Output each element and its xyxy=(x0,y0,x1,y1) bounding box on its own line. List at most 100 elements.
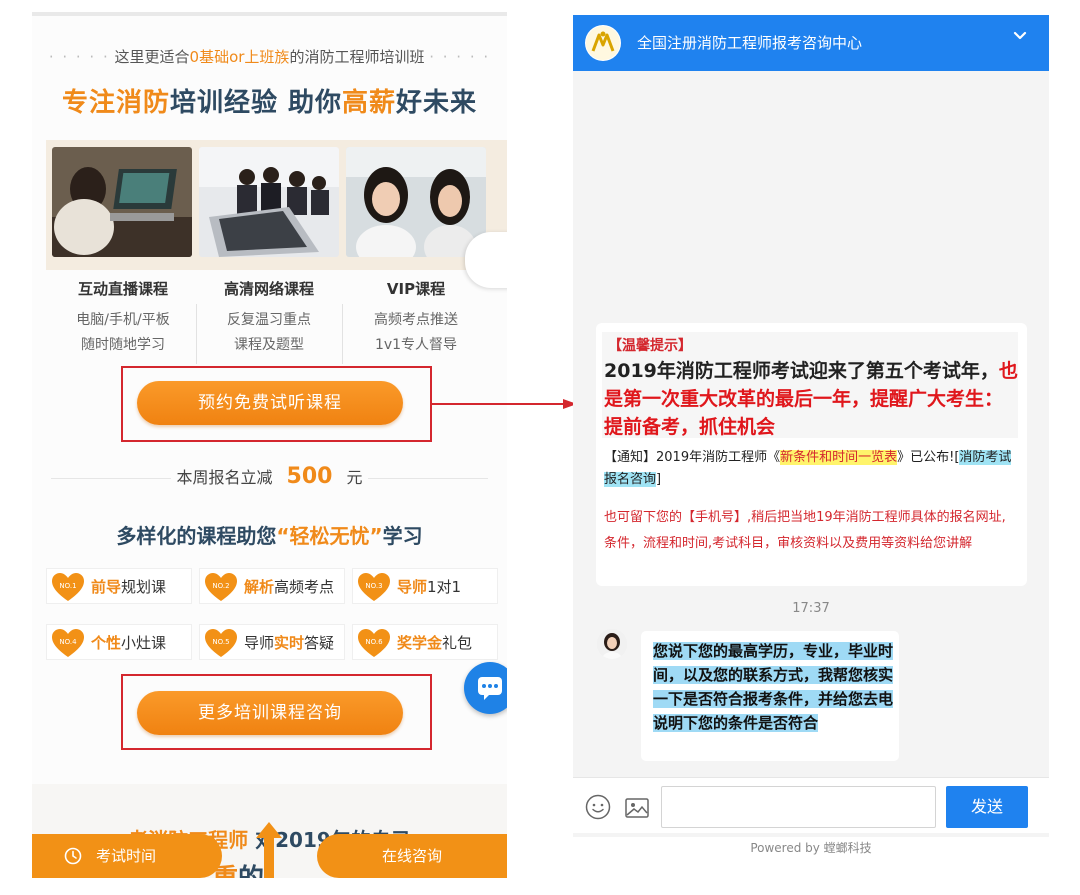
course-item-3[interactable]: NO.3 导师1对1 xyxy=(352,568,498,604)
notice-middle: 》已公布![ xyxy=(897,450,960,465)
badge-number: NO.6 xyxy=(365,638,383,646)
course-item-2[interactable]: NO.2 解析高频考点 xyxy=(199,568,345,604)
message-input[interactable] xyxy=(661,786,936,828)
feature-title: 互动直播课程 xyxy=(77,280,168,298)
page-subtitle: · · · · · 这里更适合0基础or上班族的消防工程师培训班 · · · ·… xyxy=(32,46,507,67)
feature-vip-course: VIP课程 高频考点推送 1v1专人督导 xyxy=(341,278,491,358)
agent-avatar xyxy=(597,629,627,659)
course-item-label: 解析高频考点 xyxy=(244,569,334,605)
chat-icon xyxy=(478,677,502,700)
course-landing-page: · · · · · 这里更适合0基础or上班族的消防工程师培训班 · · · ·… xyxy=(32,12,507,878)
feature-desc: 电脑/手机/平板 xyxy=(76,312,170,328)
course-item-label: 个性小灶课 xyxy=(91,625,166,661)
feature-desc: 反复温习重点 xyxy=(227,312,311,328)
more-consult-button[interactable]: 更多培训课程咨询 xyxy=(137,691,403,735)
tip-headline: 2019年消防工程师考试迎来了第五个考试年，也是第一次重大改革的最后一年，提醒广… xyxy=(604,357,1020,441)
up-arrow-icon[interactable] xyxy=(254,822,284,878)
dots-decoration: · · · · · xyxy=(429,48,491,66)
badge-number: NO.4 xyxy=(59,638,77,646)
headline-part2: 培训经验 助你 xyxy=(169,88,343,118)
item-highlight: 前导 xyxy=(91,578,122,596)
emoji-icon[interactable] xyxy=(585,794,611,820)
chat-header-title: 全国注册消防工程师报考咨询中心 xyxy=(637,34,863,52)
notice-text: 【通知】2019年消防工程师《新条件和时间一览表》已公布![消防考试报名咨询] xyxy=(604,447,1020,491)
online-consult-button[interactable]: 在线咨询 xyxy=(317,834,507,878)
heart-badge-icon: NO.5 xyxy=(205,629,237,657)
heart-badge-icon: NO.4 xyxy=(52,629,84,657)
feature-title: 高清网络课程 xyxy=(223,280,314,298)
promo-amount: 500 xyxy=(286,464,333,489)
chat-window: 全国注册消防工程师报考咨询中心 【温馨提示】 2019年消防工程师考试迎来了第五… xyxy=(573,15,1049,859)
promo-rule-left xyxy=(51,478,172,479)
clock-icon xyxy=(64,847,82,865)
exam-time-button[interactable]: 考试时间 xyxy=(32,834,222,878)
subtitle-suffix: 的消防工程师培训班 xyxy=(289,48,425,66)
item-highlight: 奖学金 xyxy=(397,634,443,652)
message-timestamp: 17:37 xyxy=(792,601,830,616)
course-item-4[interactable]: NO.4 个性小灶课 xyxy=(46,624,192,660)
heart-badge-icon: NO.2 xyxy=(205,573,237,601)
feature-live-course: 互动直播课程 电脑/手机/平板 随时随地学习 xyxy=(48,278,198,358)
promo-rule-right xyxy=(367,478,488,479)
course-photos xyxy=(46,140,507,288)
course-item-5[interactable]: NO.5 导师实时答疑 xyxy=(199,624,345,660)
page-headline: 专注消防培训经验 助你高薪好未来 xyxy=(32,82,507,119)
item-highlight: 解析 xyxy=(244,578,275,596)
item-rest: 规划课 xyxy=(121,578,167,596)
course-item-6[interactable]: NO.6 奖学金礼包 xyxy=(352,624,498,660)
headline-part3: 高薪 xyxy=(342,88,397,118)
agent-message-card: 【温馨提示】 2019年消防工程师考试迎来了第五个考试年，也是第一次重大改革的最… xyxy=(596,323,1027,586)
notice-link-table[interactable]: 新条件和时间一览表 xyxy=(780,450,898,465)
badge-number: NO.1 xyxy=(59,582,76,590)
phone-request-line2: 条件，流程和时间,考试科目，审核资料以及费用等资料给您讲解 xyxy=(604,536,973,551)
brand-logo xyxy=(585,25,621,61)
headline-part1: 专注消防 xyxy=(61,88,170,118)
heart-badge-icon: NO.6 xyxy=(358,629,390,657)
item-highlight: 导师 xyxy=(397,578,428,596)
heart-badge-icon: NO.3 xyxy=(358,573,390,601)
feature-desc: 高频考点推送 xyxy=(374,312,458,328)
feature-desc: 课程及题型 xyxy=(234,337,304,353)
course-item-label: 导师实时答疑 xyxy=(244,625,334,661)
chat-bubble-button[interactable] xyxy=(464,662,507,714)
heart-badge-icon: NO.1 xyxy=(52,573,84,601)
chat-header: 全国注册消防工程师报考咨询中心 xyxy=(573,15,1049,71)
item-prefix: 导师 xyxy=(244,634,275,652)
phone-request-line1: 也可留下您的【手机号】,稍后把当地19年消防工程师具体的报名网址, xyxy=(604,510,1006,525)
promo-unit: 元 xyxy=(346,468,363,487)
badge-number: NO.2 xyxy=(212,582,229,590)
avatar-icon xyxy=(597,629,627,659)
chevron-down-icon[interactable] xyxy=(1013,29,1027,43)
promo-prefix: 本周报名立减 xyxy=(176,468,273,487)
image-upload-icon[interactable] xyxy=(625,798,649,818)
tip-headline-part1: 2019年消防工程师考试迎来了第五个考试年， xyxy=(604,360,999,382)
agent-reply-text: 您说下您的最高学历，专业，毕业时间，以及您的联系方式，我帮您核实一下是否符合报考… xyxy=(653,642,894,732)
photo-students-smiling xyxy=(346,147,486,257)
item-rest: 礼包 xyxy=(442,634,473,652)
notice-end: ] xyxy=(656,472,662,487)
free-trial-button[interactable]: 预约免费试听课程 xyxy=(137,381,403,425)
item-rest: 高频考点 xyxy=(274,578,335,596)
chat-input-bar: 发送 xyxy=(573,777,1049,833)
photo-group-meeting xyxy=(199,147,339,257)
phone-request-text: 也可留下您的【手机号】,稍后把当地19年消防工程师具体的报名网址, 条件，流程和时… xyxy=(604,505,1020,557)
feature-hd-course: 高清网络课程 反复温习重点 课程及题型 xyxy=(194,278,344,358)
powered-by-footer: Powered by 螳螂科技 xyxy=(573,837,1049,859)
send-button[interactable]: 发送 xyxy=(946,786,1028,828)
headline-part4: 好未来 xyxy=(396,88,478,118)
bottom-action-bar: 考试时间 在线咨询 xyxy=(32,822,507,878)
item-rest: 小灶课 xyxy=(121,634,167,652)
subtitle-prefix: 这里更适合 xyxy=(114,48,190,66)
item-rest: 答疑 xyxy=(304,634,335,652)
item-rest: 1对1 xyxy=(427,578,462,596)
section-suffix: 学习 xyxy=(382,524,423,548)
feature-desc: 随时随地学习 xyxy=(81,337,165,353)
section-title: 多样化的课程助您“轻松无忧”学习 xyxy=(32,520,507,549)
subtitle-highlight: 0基础or上班族 xyxy=(189,48,290,66)
tip-label: 【温馨提示】 xyxy=(608,338,692,354)
item-highlight: 个性 xyxy=(91,634,122,652)
section-highlight: “轻松无忧” xyxy=(276,524,383,548)
course-item-label: 奖学金礼包 xyxy=(397,625,472,661)
course-item-1[interactable]: NO.1 前导规划课 xyxy=(46,568,192,604)
pointer-arrow xyxy=(431,399,577,409)
